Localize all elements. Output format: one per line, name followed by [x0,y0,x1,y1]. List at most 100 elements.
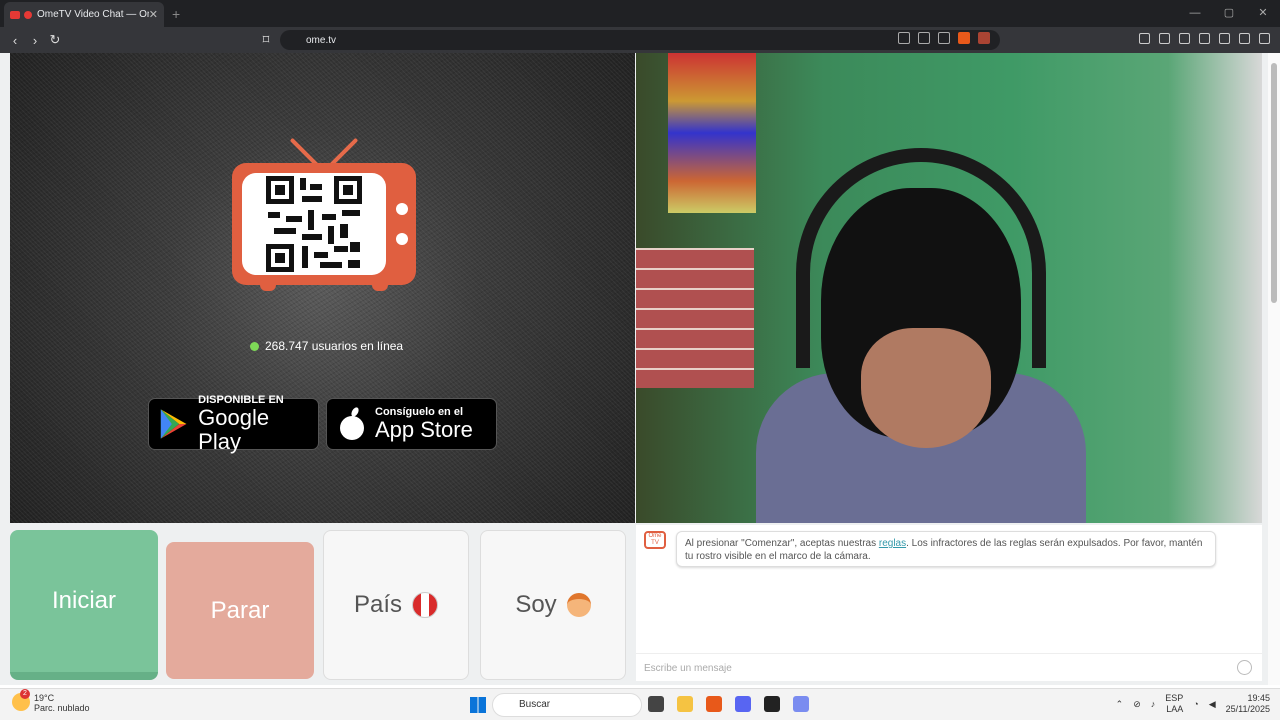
google-play-icon [160,409,187,439]
brave-shield-icon[interactable] [958,32,970,44]
tv-qr-logo [232,128,416,298]
stop-label: Parar [210,596,270,624]
menu-icon[interactable] [1259,33,1270,44]
browser-tab-bar: OmeTV Video Chat — Omeg ✕ + — ▢ ✕ [0,0,1280,27]
online-users-indicator: 268.747 usuarios en línea [250,339,403,353]
country-button[interactable]: País [323,530,469,680]
weather-icon: 2 [12,689,30,711]
taskbar-apps [648,696,809,712]
remote-user-video [756,148,1086,523]
system-message: Al presionar "Comenzar", aceptas nuestra… [676,531,1216,567]
language-indicator[interactable]: ESP LAA [1165,693,1183,715]
obs-icon[interactable] [764,696,780,712]
youtube-icon [10,10,20,19]
google-play-badge[interactable]: DISPONIBLE EN Google Play [148,394,319,454]
weather-widget[interactable]: 2 19°C Parc. nublado [12,689,90,713]
tab-title: OmeTV Video Chat — Omeg [37,9,149,20]
sidebar-icon[interactable] [1179,33,1190,44]
gender-label: Soy [515,591,557,618]
maximize-button[interactable]: ▢ [1212,0,1246,27]
brave-rewards-icon[interactable] [978,32,990,44]
brick-wall [636,248,754,388]
reload-icon[interactable]: ↻ [45,32,65,48]
toolbar-icons [1139,33,1270,44]
notice-before: Al presionar "Comenzar", aceptas nuestra… [685,538,879,549]
chat-panel: Ome TV Al presionar "Comenzar", aceptas … [636,525,1262,681]
back-icon[interactable]: ‹ [5,33,25,48]
screenshot-icon[interactable] [1139,33,1150,44]
app-store-big: App Store [375,417,473,442]
qr-code[interactable] [242,173,386,275]
new-tab-button[interactable]: + [172,6,180,22]
emoji-icon[interactable] [1237,660,1252,675]
rules-link[interactable]: reglas [879,538,906,549]
chevron-up-icon[interactable]: ⌃ [1116,699,1124,710]
stop-button[interactable]: Parar [166,542,314,679]
lang-code: ESP [1165,693,1184,703]
message-placeholder: Escribe un mensaje [644,663,732,674]
google-play-big: Google Play [198,405,270,454]
leo-ai-icon[interactable] [1219,33,1230,44]
qr-code-icon [266,176,362,272]
browser-tab[interactable]: OmeTV Video Chat — Omeg ✕ [4,2,164,27]
message-input[interactable]: Escribe un mensaje [636,653,1262,679]
start-button[interactable]: Iniciar [10,530,158,680]
music-icon[interactable] [1159,33,1170,44]
network-off-icon[interactable]: ⊘ [1133,699,1141,710]
microphone-icon[interactable]: ♪ [1151,699,1156,709]
system-tray: ⌃ ⊘ ♪ ESP LAA ◔ ◀ 19:45 25/11/2025 [1116,693,1270,715]
tv-foot [260,283,276,291]
record-icon [24,10,32,19]
page-content: 268.747 usuarios en línea DISPONIBLE EN … [0,53,1280,685]
discord-icon[interactable] [735,696,751,712]
windows-taskbar: 2 19°C Parc. nublado Buscar ⌃ ⊘ ♪ ESP LA… [0,688,1280,720]
tv-knob [396,233,408,245]
minimize-button[interactable]: — [1178,0,1212,27]
chat-controls: Iniciar Parar País Soy [10,530,630,680]
clock[interactable]: 19:45 25/11/2025 [1226,693,1270,715]
country-label: País [353,591,403,618]
close-tab-icon[interactable]: ✕ [149,8,158,21]
brave-icon[interactable] [706,696,722,712]
remote-video-panel [636,53,1262,523]
bookmark-icon[interactable]: ⌑ [256,32,276,48]
local-video-panel: 268.747 usuarios en línea DISPONIBLE EN … [10,53,635,523]
weather-badge: 2 [20,689,30,699]
page-scrollbar[interactable] [1268,53,1280,685]
vpn-icon[interactable] [1239,33,1250,44]
tv-foot [372,283,388,291]
tv-body [232,163,416,285]
url-text: ome.tv [306,34,337,46]
taskbar-search[interactable]: Buscar [492,693,642,717]
wallet-icon[interactable] [1199,33,1210,44]
window-controls: — ▢ ✕ [1178,0,1280,27]
search-placeholder: Buscar [519,699,551,710]
reader-icon[interactable] [898,32,910,44]
app-store-badge[interactable]: Consíguelo en el App Store [326,398,497,450]
weather-desc: Parc. nublado [34,703,90,713]
tv-knob [396,203,408,215]
headphones [796,148,1046,368]
forward-icon[interactable]: › [25,33,45,48]
browser-nav-bar: ‹ › ↻ ⌑ ome.tv [0,27,1280,53]
app-icon[interactable] [793,696,809,712]
online-dot-icon [250,341,259,351]
share-icon[interactable] [938,32,950,44]
close-window-button[interactable]: ✕ [1246,0,1280,27]
ometv-logo-icon: Ome TV [644,531,666,549]
windows-start-icon[interactable] [470,697,486,713]
volume-icon[interactable]: ◀ [1209,699,1216,710]
file-explorer-icon[interactable] [677,696,693,712]
date: 25/11/2025 [1225,704,1270,714]
weather-temp: 19°C [34,693,55,703]
task-view-icon[interactable] [648,696,664,712]
wifi-icon[interactable]: ◔ [1193,699,1198,709]
boy-emoji-icon [566,593,591,617]
lang-layout: LAA [1166,704,1184,714]
online-count: 268.747 usuarios en línea [265,339,404,353]
scrollbar-thumb[interactable] [1271,63,1277,303]
translate-icon[interactable] [918,32,930,44]
gender-button[interactable]: Soy [480,530,626,680]
time: 19:45 [1247,693,1270,703]
address-bar[interactable]: ome.tv [280,30,1000,50]
